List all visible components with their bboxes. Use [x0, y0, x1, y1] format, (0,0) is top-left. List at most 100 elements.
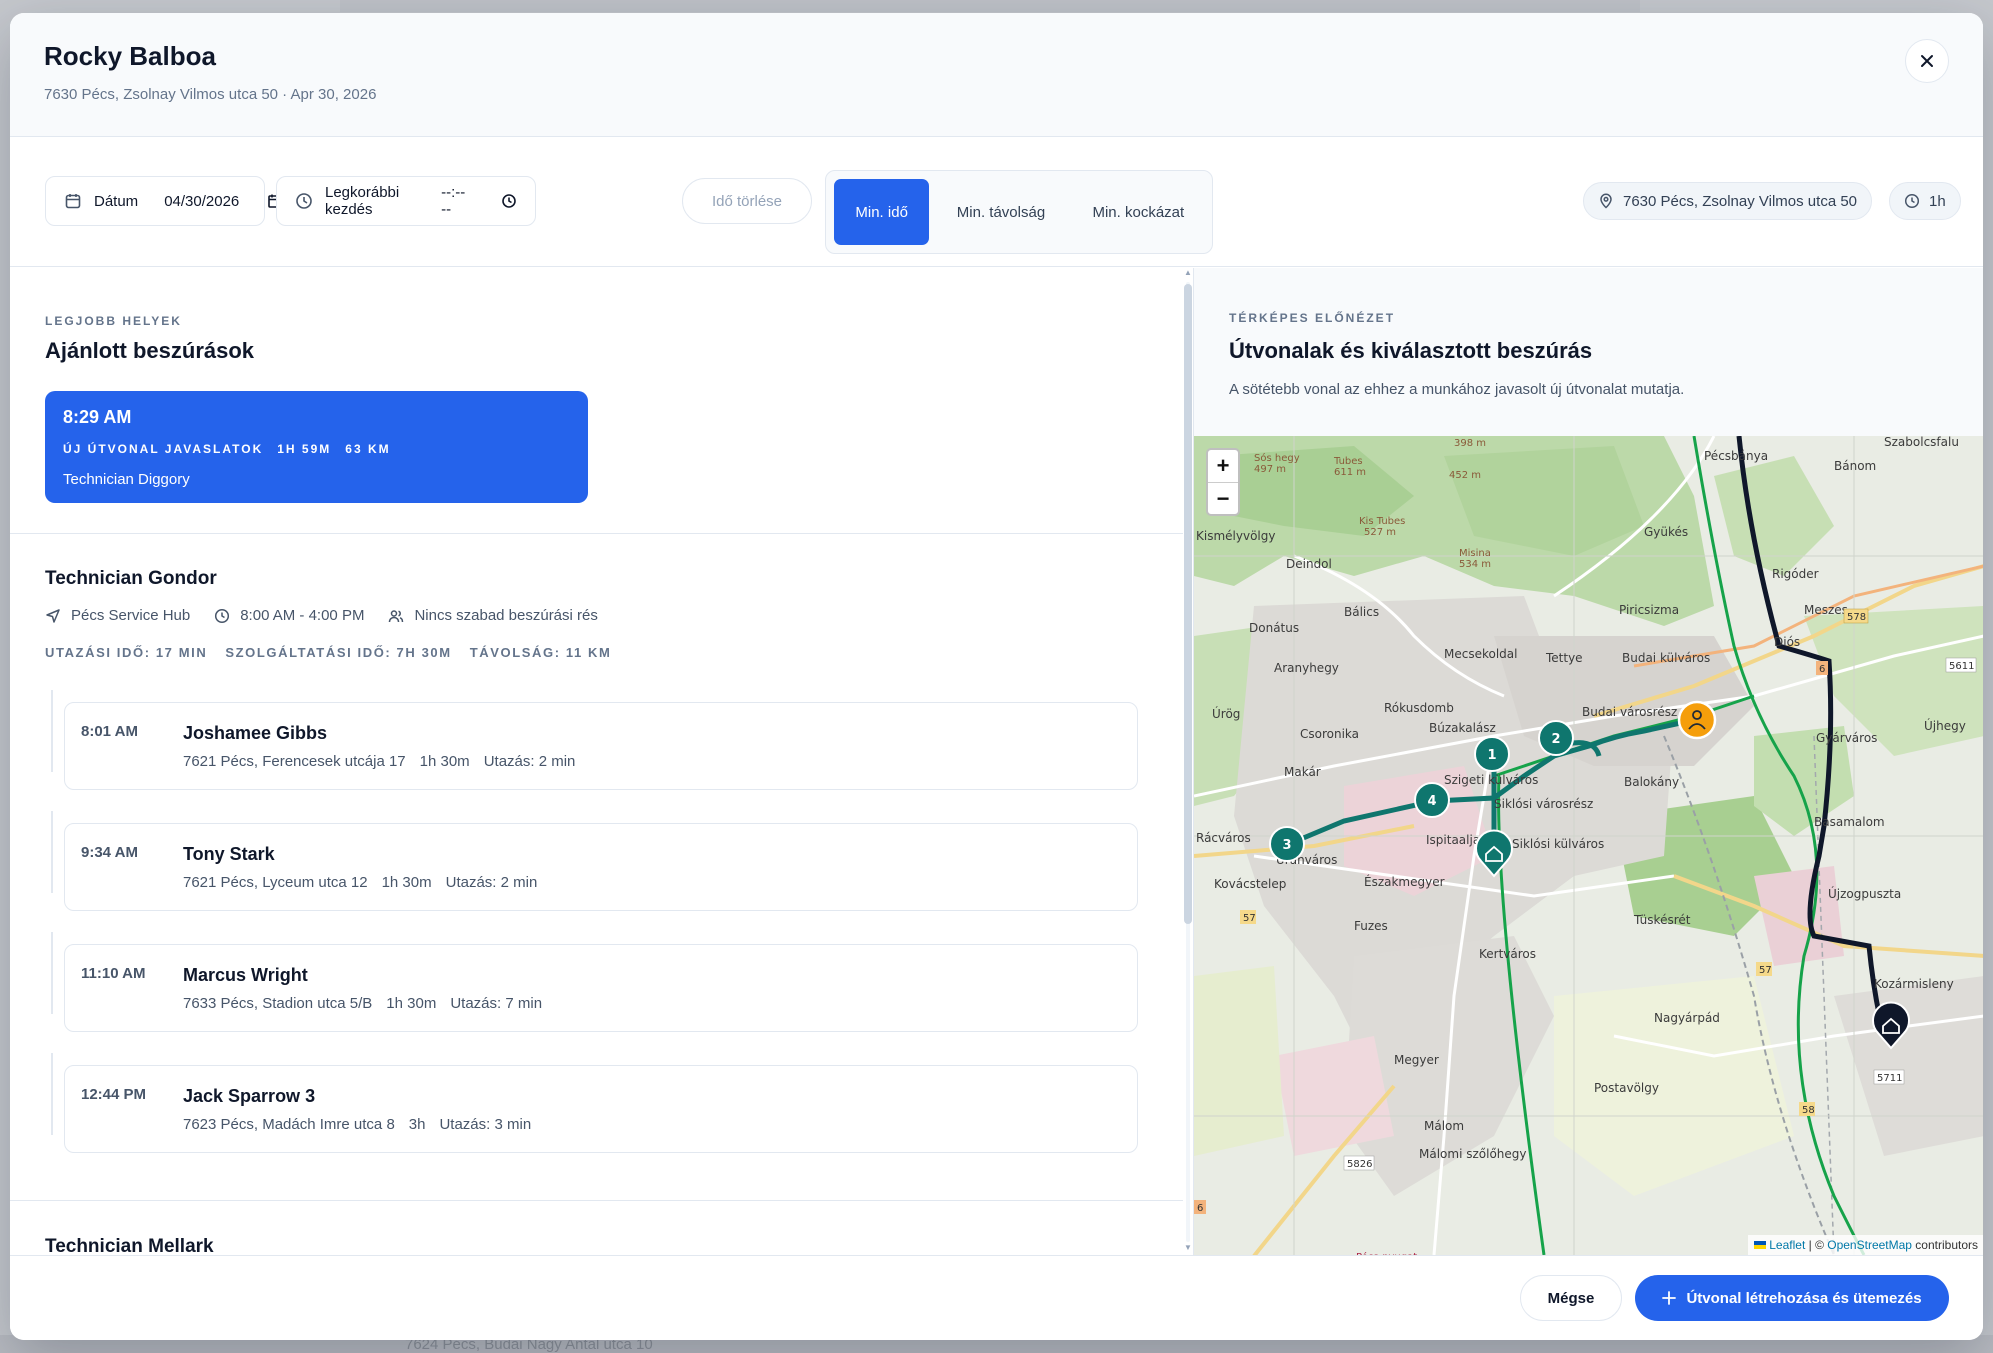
clear-time-button[interactable]: Idő törlése	[682, 178, 812, 224]
list-scrollbar[interactable]: ▲ ▼	[1183, 268, 1193, 1255]
job-card[interactable]: 9:34 AM Tony Stark 7621 Pécs, Lyceum utc…	[64, 823, 1138, 911]
scroll-up-arrow-icon[interactable]: ▲	[1183, 268, 1193, 278]
svg-text:Szigeti külváros: Szigeti külváros	[1444, 773, 1538, 787]
clock-icon	[214, 608, 230, 624]
timeline-line	[51, 690, 53, 772]
zoom-in-button[interactable]: +	[1208, 450, 1238, 482]
svg-text:Budai városrész: Budai városrész	[1582, 705, 1677, 719]
svg-text:Meszes: Meszes	[1804, 603, 1848, 617]
svg-text:6: 6	[1197, 1203, 1203, 1214]
svg-text:Tüskésrét: Tüskésrét	[1633, 913, 1691, 927]
job-details: 7621 Pécs, Lyceum utca 12 1h 30m Utazás:…	[183, 874, 537, 891]
recommendation-time: 8:29 AM	[63, 407, 132, 427]
stop-marker-3[interactable]: 3	[1269, 826, 1305, 862]
svg-text:Úrög: Úrög	[1212, 706, 1240, 721]
svg-text:Piricsizma: Piricsizma	[1619, 603, 1679, 617]
cancel-button[interactable]: Mégse	[1520, 1275, 1622, 1321]
svg-text:527 m: 527 m	[1364, 527, 1396, 538]
zoom-out-button[interactable]: −	[1208, 482, 1238, 514]
create-route-button[interactable]: Útvonal létrehozása és ütemezés	[1635, 1275, 1949, 1321]
job-card[interactable]: 11:10 AM Marcus Wright 7633 Pécs, Stadio…	[64, 944, 1138, 1032]
backdrop-top	[340, 0, 1640, 12]
mode-min-distance[interactable]: Min. távolság	[935, 179, 1066, 245]
svg-text:Gyárváros: Gyárváros	[1816, 731, 1877, 745]
svg-text:57: 57	[1243, 913, 1256, 924]
svg-text:Budai külváros: Budai külváros	[1622, 651, 1710, 665]
map-zoom-control: + −	[1206, 448, 1240, 516]
map-attribution: Leaflet | © OpenStreetMap contributors	[1748, 1235, 1983, 1255]
date-field[interactable]: Dátum 04/30/2026	[45, 176, 283, 226]
svg-text:Postavölgy: Postavölgy	[1594, 1081, 1659, 1095]
svg-text:Gyükés: Gyükés	[1644, 525, 1688, 539]
svg-text:Mecsekoldal: Mecsekoldal	[1444, 647, 1517, 661]
section-divider	[10, 533, 1183, 534]
stop-marker-1[interactable]: 1	[1474, 736, 1510, 772]
job-travel: Utazás: 7 min	[450, 995, 543, 1012]
osm-link[interactable]: OpenStreetMap	[1827, 1238, 1912, 1252]
svg-text:Kismélyvölgy: Kismélyvölgy	[1196, 529, 1275, 543]
route-map[interactable]: Pécsbánya Bánom Szabolcsfalu Kismélyvölg…	[1194, 436, 1983, 1255]
create-route-label: Útvonal létrehozása és ütemezés	[1686, 1289, 1922, 1307]
recommendation-meta: Új útvonal javaslatok 1h 59m 63 km	[63, 442, 570, 456]
technician-hub-text: Pécs Service Hub	[71, 607, 191, 624]
users-icon	[388, 608, 404, 624]
earliest-start-field[interactable]: Legkorábbi kezdés --:-- --	[276, 176, 536, 226]
svg-text:Sós hegy: Sós hegy	[1254, 452, 1300, 464]
job-name: Joshamee Gibbs	[183, 723, 328, 743]
job-time: 12:44 PM	[81, 1086, 147, 1103]
mode-min-risk[interactable]: Min. kockázat	[1073, 179, 1204, 245]
svg-text:Makár: Makár	[1284, 765, 1321, 779]
technician-title: Technician Gondor	[45, 568, 217, 589]
svg-text:611 m: 611 m	[1334, 467, 1366, 478]
svg-text:Megyer: Megyer	[1394, 1053, 1439, 1067]
clock-icon	[295, 192, 313, 210]
recommendations-eyebrow: Legjobb helyek	[45, 314, 182, 328]
job-address: 7623 Pécs, Madách Imre utca 8	[183, 1116, 395, 1133]
calendar-icon	[64, 192, 82, 210]
job-travel: Utazás: 2 min	[483, 753, 576, 770]
svg-text:Nagyárpád: Nagyárpád	[1654, 1011, 1720, 1025]
svg-text:Csoronika: Csoronika	[1300, 727, 1359, 741]
recommendation-card[interactable]: 8:29 AM Új útvonal javaslatok 1h 59m 63 …	[45, 391, 588, 503]
date-input[interactable]: 04/30/2026	[164, 193, 239, 210]
mode-min-time[interactable]: Min. idő	[834, 179, 930, 245]
job-details: 7621 Pécs, Ferencesek utcája 17 1h 30m U…	[183, 753, 575, 770]
scroll-down-arrow-icon[interactable]: ▼	[1183, 1243, 1193, 1253]
time-picker-icon[interactable]	[501, 193, 517, 209]
svg-text:Aranyhegy: Aranyhegy	[1274, 661, 1339, 675]
stop-marker-4[interactable]: 4	[1414, 782, 1450, 818]
earliest-start-input[interactable]: --:-- --	[441, 184, 471, 218]
svg-text:534 m: 534 m	[1459, 559, 1491, 570]
technician-hours-text: 8:00 AM - 4:00 PM	[240, 607, 365, 624]
job-name: Jack Sparrow 3	[183, 1086, 316, 1106]
technician-stats: Utazási idő: 17 min Szolgáltatási idő: 7…	[45, 645, 611, 660]
map-title: Útvonalak és kiválasztott beszúrás	[1229, 338, 1593, 363]
toolbar: Dátum 04/30/2026 Legkorábbi kezdés --:--…	[10, 137, 1983, 267]
job-time: 11:10 AM	[81, 965, 146, 982]
svg-text:Kovácstelep: Kovácstelep	[1214, 877, 1286, 891]
leaflet-link[interactable]: Leaflet	[1769, 1238, 1805, 1252]
stop-label: 1	[1487, 748, 1496, 763]
recommendation-tag: Új útvonal javaslatok	[63, 442, 264, 456]
customer-person-icon[interactable]	[1677, 700, 1717, 740]
job-card[interactable]: 8:01 AM Joshamee Gibbs 7621 Pécs, Ferenc…	[64, 702, 1138, 790]
stop-label: 3	[1282, 838, 1291, 853]
close-button[interactable]	[1905, 39, 1949, 83]
stop-marker-2[interactable]: 2	[1538, 720, 1574, 756]
job-details: 7633 Pécs, Stadion utca 5/B 1h 30m Utazá…	[183, 995, 542, 1012]
scroll-thumb[interactable]	[1184, 284, 1192, 924]
svg-text:Újzogpuszta: Újzogpuszta	[1828, 886, 1901, 901]
date-label: Dátum	[94, 192, 139, 210]
location-chip-text: 7630 Pécs, Zsolnay Vilmos utca 50	[1623, 192, 1858, 210]
svg-text:5711: 5711	[1877, 1073, 1902, 1084]
svg-text:Basamalom: Basamalom	[1814, 815, 1885, 829]
map-preview-panel: Térképes előnézet Útvonalak és kiválaszt…	[1193, 268, 1983, 1255]
svg-text:Északmegyer: Északmegyer	[1364, 874, 1445, 889]
job-duration: 1h 30m	[419, 753, 470, 770]
job-card[interactable]: 12:44 PM Jack Sparrow 3 7623 Pécs, Madác…	[64, 1065, 1138, 1153]
insertion-list-panel[interactable]: Legjobb helyek Ajánlott beszúrások 8:29 …	[10, 268, 1193, 1255]
stop-label: 2	[1551, 732, 1560, 747]
svg-text:Kis Tubes: Kis Tubes	[1359, 516, 1405, 527]
job-address: 7621 Pécs, Ferencesek utcája 17	[183, 753, 406, 770]
svg-text:Tettye: Tettye	[1545, 651, 1583, 665]
